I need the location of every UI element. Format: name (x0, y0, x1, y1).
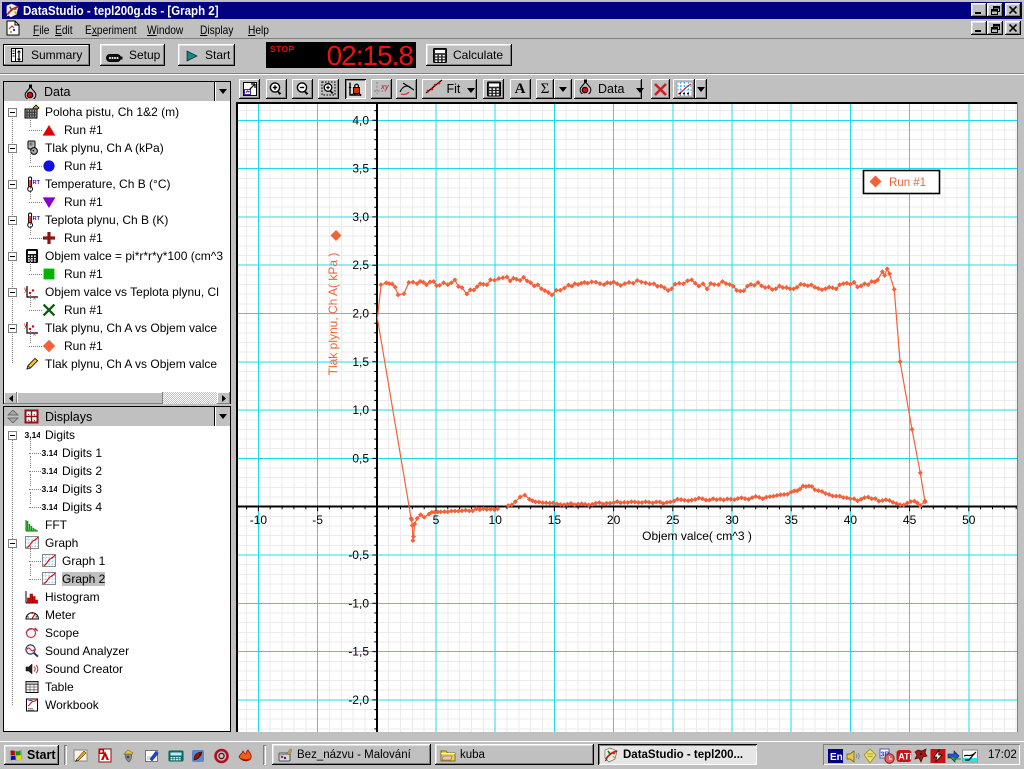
svg-text:45: 45 (903, 513, 917, 527)
svg-text:Objem valce( cm^3 ): Objem valce( cm^3 ) (642, 529, 752, 543)
svg-text:-5: -5 (312, 513, 323, 527)
svg-text:3,5: 3,5 (352, 162, 369, 176)
svg-text:3.14: 3.14 (42, 466, 58, 476)
svg-text:-2,0: -2,0 (348, 693, 369, 707)
svg-text:1,5: 1,5 (352, 355, 369, 369)
svg-text:y: y (24, 323, 27, 329)
svg-text:3.14: 3.14 (25, 430, 41, 440)
svg-text:20: 20 (607, 513, 621, 527)
svg-text:15: 15 (548, 513, 562, 527)
svg-text:-0,5: -0,5 (348, 548, 369, 562)
svg-text:ATi: ATi (898, 752, 912, 762)
svg-text:35: 35 (785, 513, 799, 527)
svg-text:-10: -10 (250, 513, 268, 527)
svg-text:25: 25 (666, 513, 680, 527)
svg-text:30: 30 (725, 513, 739, 527)
svg-text:Run #1: Run #1 (889, 177, 926, 189)
svg-text:3,0: 3,0 (352, 210, 369, 224)
svg-text:Tlak plynu, Ch A( kPa ): Tlak plynu, Ch A( kPa ) (326, 253, 340, 376)
svg-text:3.14: 3.14 (42, 502, 58, 512)
svg-text:x: x (33, 332, 36, 337)
svg-text:1,0: 1,0 (352, 403, 369, 417)
svg-text:2,0: 2,0 (352, 307, 369, 321)
svg-text:-1,0: -1,0 (348, 596, 369, 610)
svg-text:40: 40 (844, 513, 858, 527)
svg-text:xy: xy (380, 84, 389, 91)
svg-text:2,5: 2,5 (352, 258, 369, 272)
svg-text:5: 5 (433, 513, 440, 527)
svg-text:3.14: 3.14 (42, 448, 58, 458)
svg-text:En: En (830, 752, 843, 763)
svg-text:3.14: 3.14 (42, 484, 58, 494)
svg-text:10: 10 (489, 513, 503, 527)
svg-text:RTD: RTD (33, 180, 40, 186)
svg-text:RTD: RTD (33, 216, 40, 222)
svg-text:x: x (33, 296, 36, 301)
svg-text:4,0: 4,0 (352, 113, 369, 127)
svg-text:-1,5: -1,5 (348, 645, 369, 659)
svg-text:50: 50 (962, 513, 976, 527)
svg-text:0,5: 0,5 (352, 451, 369, 465)
svg-text:y: y (24, 287, 27, 293)
